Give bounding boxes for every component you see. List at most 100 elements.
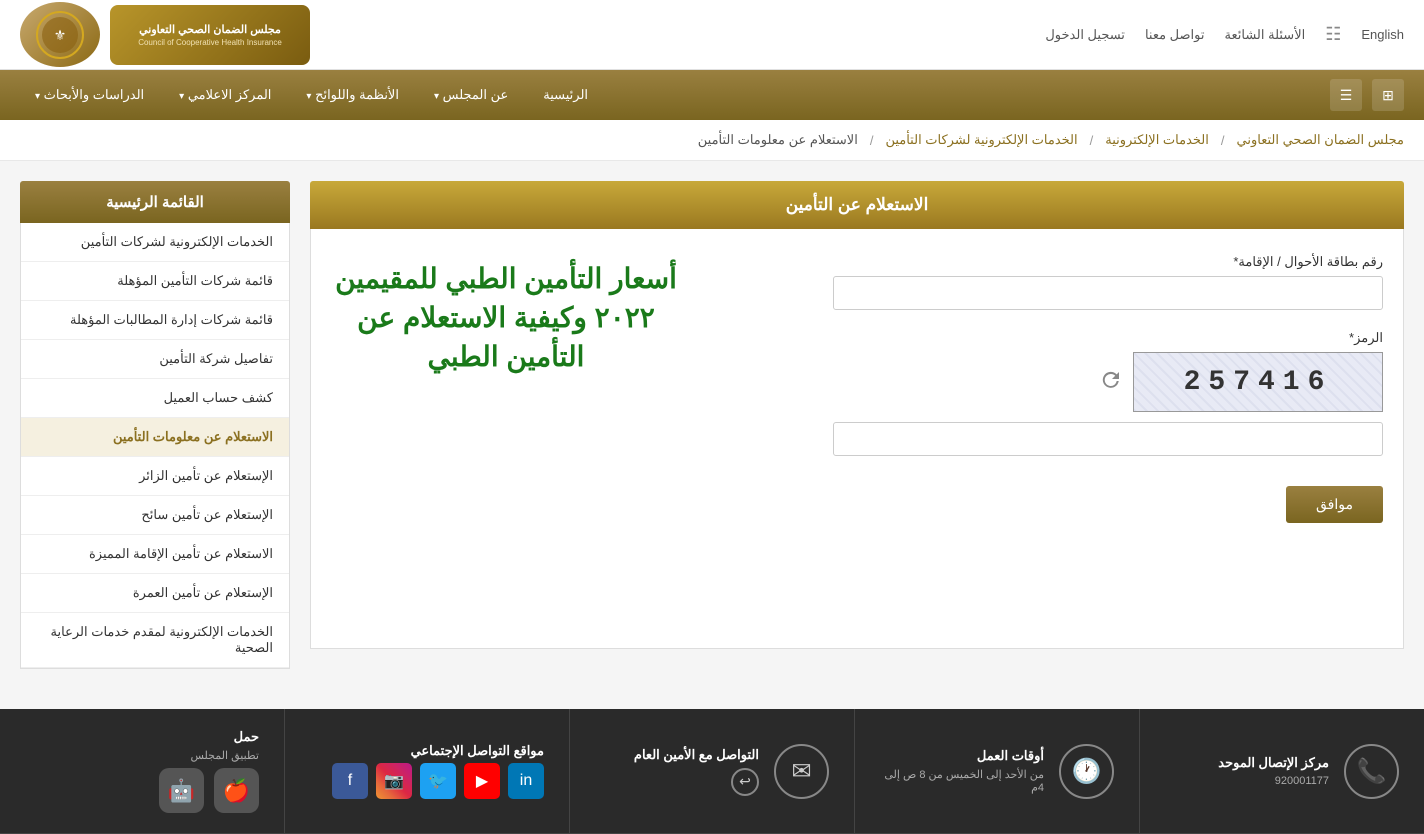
breadcrumb-item-4: الاستعلام عن معلومات التأمين (698, 132, 858, 148)
hours-title: أوقات العمل (880, 748, 1044, 764)
footer-contact: 📞 مركز الإتصال الموحد 920001177 (1139, 709, 1424, 833)
download-subtitle: تطبيق المجلس (159, 749, 259, 762)
footer-hours-text: أوقات العمل من الأحد إلى الخميس من 8 ص إ… (880, 748, 1044, 794)
grid-icon[interactable]: ⊞ (1372, 79, 1404, 111)
sidebar-link-9[interactable]: الإستعلام عن تأمين العمرة (21, 574, 289, 612)
breadcrumb-sep-3: / (870, 133, 874, 148)
form-area: الاستعلام عن التأمين أسعار التأمين الطبي… (310, 181, 1404, 669)
captcha-input[interactable] (833, 422, 1383, 456)
sidebar-link-4[interactable]: كشف حساب العميل (21, 379, 289, 417)
download-title: حمل (159, 729, 259, 745)
breadcrumb-sep-2: / (1090, 133, 1094, 148)
social-media-title: مواقع التواصل الإجتماعي (332, 743, 544, 759)
submit-button[interactable]: موافق (1286, 486, 1383, 523)
captcha-image: 257416 (1133, 352, 1383, 412)
sidebar-item-3: تفاصيل شركة التأمين (21, 340, 289, 379)
instagram-icon[interactable]: 📷 (376, 763, 412, 799)
footer-social-media-text: مواقع التواصل الإجتماعي in ▶ 🐦 📷 f (332, 743, 544, 799)
id-input[interactable] (833, 276, 1383, 310)
sidebar-link-6[interactable]: الإستعلام عن تأمين الزائر (21, 457, 289, 495)
captcha-refresh-button[interactable] (1099, 368, 1123, 397)
id-label: رقم بطاقة الأحوال / الإقامة* (833, 254, 1383, 270)
sidebar-item-1: قائمة شركات التأمين المؤهلة (21, 262, 289, 301)
nav-links: الرئيسية عن المجلس الأنظمة واللوائح المر… (20, 79, 603, 111)
sidebar-item-0: الخدمات الإلكترونية لشركات التأمين (21, 223, 289, 262)
footer-social-contact: ✉ التواصل مع الأمين العام ↩ (569, 709, 854, 833)
sidebar-item-4: كشف حساب العميل (21, 379, 289, 418)
sidebar-menu: الخدمات الإلكترونية لشركات التأمين قائمة… (20, 223, 290, 669)
sitemap-icon: ☷ (1325, 24, 1341, 45)
sidebar-title: القائمة الرئيسية (20, 181, 290, 223)
main-content: الاستعلام عن التأمين أسعار التأمين الطبي… (0, 161, 1424, 689)
phone-icon: 📞 (1344, 744, 1399, 799)
breadcrumb: مجلس الضمان الصحي التعاوني / الخدمات الإ… (0, 120, 1424, 161)
contact-link[interactable]: تواصل معنا (1145, 27, 1205, 43)
hours-desc: من الأحد إلى الخميس من 8 ص إلى 4م (880, 768, 1044, 794)
menu-icon[interactable]: ☰ (1330, 79, 1362, 111)
id-field: رقم بطاقة الأحوال / الإقامة* (833, 254, 1383, 310)
svg-text:⚜: ⚜ (54, 27, 67, 43)
logo-text-arabic: مجلس الضمان الصحي التعاوني (139, 23, 281, 36)
nav-media[interactable]: المركز الاعلامي (164, 79, 286, 111)
sidebar-item-9: الإستعلام عن تأمين العمرة (21, 574, 289, 613)
contact-title: مركز الإتصال الموحد (1218, 755, 1329, 771)
breadcrumb-item-2[interactable]: الخدمات الإلكترونية (1105, 132, 1209, 148)
clock-icon: 🕐 (1059, 744, 1114, 799)
nav-about[interactable]: عن المجلس (419, 79, 523, 111)
facebook-icon[interactable]: f (332, 763, 368, 799)
apple-store-icon[interactable]: 🍎 (214, 768, 259, 813)
sidebar-link-0[interactable]: الخدمات الإلكترونية لشركات التأمين (21, 223, 289, 261)
overlay-article-text: أسعار التأمين الطبي للمقيمين ٢٠٢٢ وكيفية… (331, 259, 681, 377)
email-icon: ✉ (774, 744, 829, 799)
main-nav: ⊞ ☰ الرئيسية عن المجلس الأنظمة واللوائح … (0, 70, 1424, 120)
logo: مجلس الضمان الصحي التعاوني Council of Co… (20, 2, 310, 67)
captcha-container: 257416 (833, 352, 1383, 412)
sidebar-item-6: الإستعلام عن تأمين الزائر (21, 457, 289, 496)
footer-hours: 🕐 أوقات العمل من الأحد إلى الخميس من 8 ص… (854, 709, 1139, 833)
form-title: الاستعلام عن التأمين (310, 181, 1404, 229)
logo-emblem: ⚜ (20, 2, 100, 67)
sidebar-link-1[interactable]: قائمة شركات التأمين المؤهلة (21, 262, 289, 300)
register-link[interactable]: تسجيل الدخول (1045, 27, 1125, 43)
captcha-field: الرمز* 257416 (833, 330, 1383, 456)
breadcrumb-item-1[interactable]: مجلس الضمان الصحي التعاوني (1237, 132, 1404, 148)
nav-research[interactable]: الدراسات والأبحاث (20, 79, 159, 111)
footer-social-media: مواقع التواصل الإجتماعي in ▶ 🐦 📷 f (284, 709, 569, 833)
nav-regulations[interactable]: الأنظمة واللوائح (291, 79, 414, 111)
linkedin-icon[interactable]: in (508, 763, 544, 799)
faq-link[interactable]: الأسئلة الشائعة (1225, 27, 1306, 43)
sidebar-link-10[interactable]: الخدمات الإلكترونية لمقدم خدمات الرعاية … (21, 613, 289, 667)
sidebar-item-7: الإستعلام عن تأمين سائح (21, 496, 289, 535)
sidebar-link-5[interactable]: الاستعلام عن معلومات التأمين (21, 418, 289, 456)
form-body: أسعار التأمين الطبي للمقيمين ٢٠٢٢ وكيفية… (310, 229, 1404, 649)
nav-icons: ⊞ ☰ (1330, 79, 1404, 111)
social-title: التواصل مع الأمين العام (634, 747, 759, 763)
logo-main: مجلس الضمان الصحي التعاوني Council of Co… (110, 5, 310, 65)
twitter-icon[interactable]: 🐦 (420, 763, 456, 799)
footer-app-text: حمل تطبيق المجلس 🍎 🤖 (159, 729, 259, 813)
contact-number: 920001177 (1218, 775, 1329, 787)
logo-text-english: Council of Cooperative Health Insurance (138, 38, 282, 47)
arrow-icon: ↩ (731, 768, 759, 796)
footer-contact-text: مركز الإتصال الموحد 920001177 (1218, 755, 1329, 787)
sidebar: القائمة الرئيسية الخدمات الإلكترونية لشر… (20, 181, 290, 669)
sidebar-link-8[interactable]: الاستعلام عن تأمين الإقامة المميزة (21, 535, 289, 573)
social-icons-container: in ▶ 🐦 📷 f (332, 763, 544, 799)
sidebar-item-5: الاستعلام عن معلومات التأمين (21, 418, 289, 457)
sidebar-item-8: الاستعلام عن تأمين الإقامة المميزة (21, 535, 289, 574)
captcha-label: الرمز* (833, 330, 1383, 346)
english-link[interactable]: English (1361, 27, 1404, 42)
footer-social-text: التواصل مع الأمين العام ↩ (634, 747, 759, 796)
sidebar-link-3[interactable]: تفاصيل شركة التأمين (21, 340, 289, 378)
footer-app-download: حمل تطبيق المجلس 🍎 🤖 (0, 709, 284, 833)
app-icons-container: 🍎 🤖 (159, 768, 259, 813)
youtube-icon[interactable]: ▶ (464, 763, 500, 799)
sidebar-link-7[interactable]: الإستعلام عن تأمين سائح (21, 496, 289, 534)
breadcrumb-item-3[interactable]: الخدمات الإلكترونية لشركات التأمين (885, 132, 1077, 148)
nav-home[interactable]: الرئيسية (528, 79, 603, 111)
android-store-icon[interactable]: 🤖 (159, 768, 204, 813)
sidebar-link-2[interactable]: قائمة شركات إدارة المطالبات المؤهلة (21, 301, 289, 339)
sidebar-item-2: قائمة شركات إدارة المطالبات المؤهلة (21, 301, 289, 340)
sidebar-item-10: الخدمات الإلكترونية لمقدم خدمات الرعاية … (21, 613, 289, 668)
footer-top: 📞 مركز الإتصال الموحد 920001177 🕐 أوقات … (0, 709, 1424, 834)
